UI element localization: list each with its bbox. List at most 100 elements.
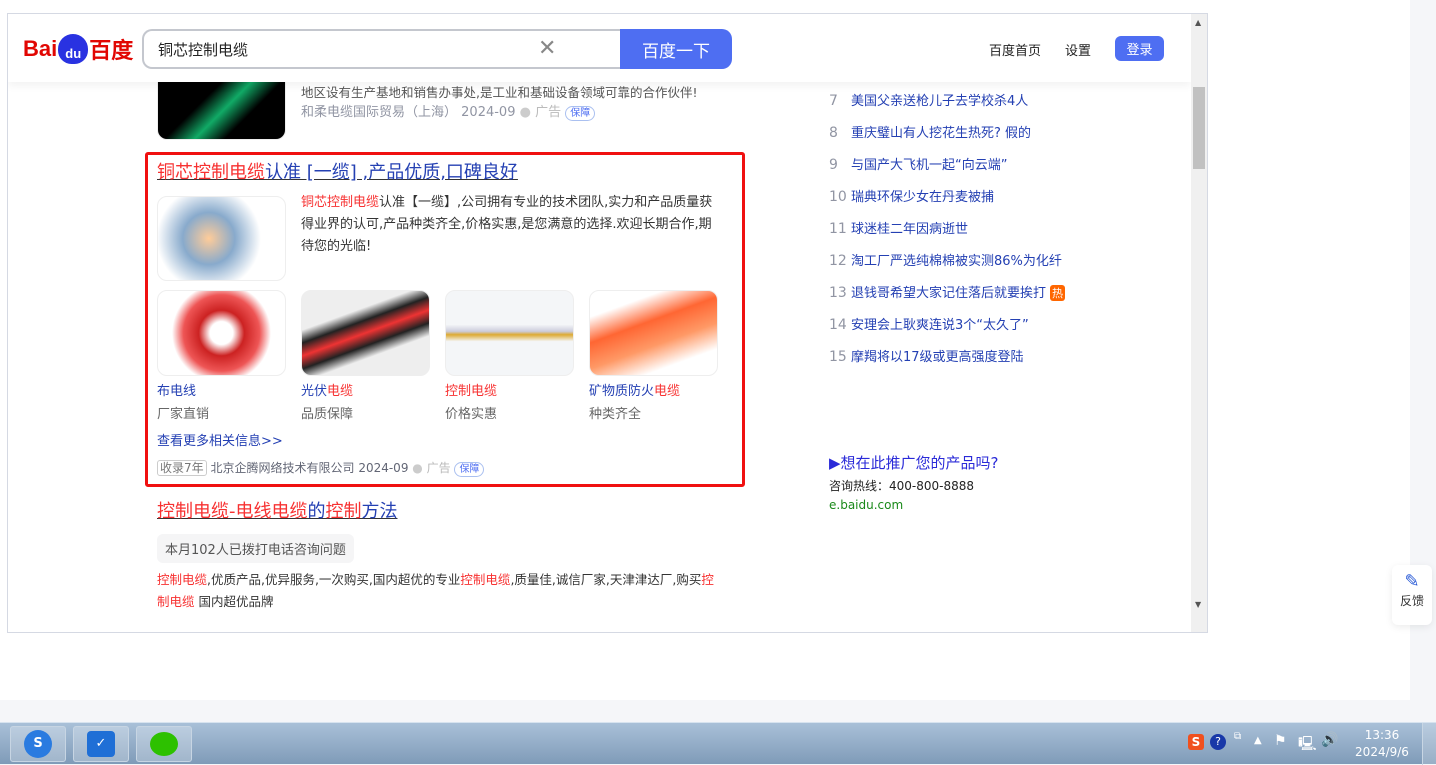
product-link-2[interactable]: 光伏电缆 [301,381,353,403]
show-hidden-icons[interactable]: ▲ [1254,735,1262,746]
product-sub-1: 厂家直销 [157,407,210,422]
rank: 14 [829,317,847,333]
rank: 10 [829,189,847,205]
hot-title[interactable]: 瑞典环保少女在丹麦被捕 [851,190,994,205]
wechat-icon[interactable] [136,726,192,762]
hot-list-item[interactable]: 7 美国父亲送枪儿子去学校杀4人 [829,90,1028,109]
prev-source-line: 和柔电缆国际贸易（上海） 2024-09 ● 广告 保障 [301,102,596,124]
help-icon[interactable]: ? [1210,734,1226,750]
hot-title[interactable]: 摩羯将以17级或更高强度登陆 [851,350,1024,365]
clear-icon[interactable]: ✕ [538,36,556,61]
product-image-1[interactable] [157,290,286,376]
search-header: Bai du 百度 铜芯控制电缆 ✕ 百度一下 百度首页 设置 登录 [8,14,1191,82]
volume-icon[interactable]: 🔊 [1321,732,1338,748]
product-sub-2: 品质保障 [301,407,354,422]
settings-link[interactable]: 设置 [1065,40,1091,59]
home-link[interactable]: 百度首页 [989,40,1041,59]
hot-list-item[interactable]: 11 球迷桂二年因病逝世 [829,218,968,237]
desc-text: ,优质产品,优异服务,一次购买,国内超优的专业 [207,572,461,587]
ad-label: 广告 [535,105,562,120]
feedback-button[interactable]: ✎ 反馈 [1392,565,1432,625]
clock[interactable]: 13:36 2024/9/6 [1350,727,1414,761]
rank: 11 [829,221,847,237]
scrollbar[interactable]: ▲ ▼ [1191,14,1207,632]
product-link-4[interactable]: 矿物质防火电缆 [589,381,680,403]
hot-list-item[interactable]: 13 退钱哥希望大家记住落后就要挨打热 [829,282,1066,301]
hot-list-item[interactable]: 15 摩羯将以17级或更高强度登陆 [829,346,1024,365]
ad-description: 铜芯控制电缆认准【一缆】,公司拥有专业的技术团队,实力和产品质量获得业界的认可,… [301,192,721,258]
date: 2024/9/6 [1355,745,1409,759]
product-link-3[interactable]: 控制电缆 [445,381,497,403]
source: 和柔电缆国际贸易（上海） [301,105,458,120]
t2: 的 [307,501,326,522]
hot-title[interactable]: 美国父亲送枪儿子去学校杀4人 [851,94,1028,109]
baidu-logo[interactable]: Bai du 百度 [23,32,133,66]
show-desktop-button[interactable] [1422,723,1436,765]
product-image-3[interactable] [445,290,574,376]
desc-highlight: 控制电缆 [460,572,511,587]
more-info-link[interactable]: 查看更多相关信息>> [157,431,283,453]
hot-title[interactable]: 安理会上耿爽连说3个“太久了” [851,318,1029,333]
hot-list-item[interactable]: 12 淘工厂严选纯棉棉被实测86%为化纤 [829,250,1062,269]
promo-url[interactable]: e.baidu.com [829,494,903,516]
title-rest: 认准 [一缆] ,产品优质,口碑良好 [265,162,518,183]
main-product-image[interactable] [157,196,286,281]
action-center-flag-icon[interactable]: ⚑ [1274,733,1287,749]
hot-list-item[interactable]: 10 瑞典环保少女在丹麦被捕 [829,186,994,205]
date: 2024-09 [461,105,516,120]
product-sub-3: 价格实惠 [445,407,498,422]
scroll-up-icon[interactable]: ▲ [1195,18,1201,27]
name-red: 控制电缆 [445,384,498,399]
promo-link[interactable]: ▶想在此推广您的产品吗? [829,452,999,474]
rank: 8 [829,125,838,141]
scroll-down-icon[interactable]: ▼ [1195,600,1201,609]
time: 13:36 [1364,728,1400,742]
sogou-browser-icon[interactable]: S [10,726,66,762]
desc-highlight: 控制电缆 [157,572,208,587]
baidu-results-frame: Bai du 百度 铜芯控制电缆 ✕ 百度一下 百度首页 设置 登录 地区设有生产基… [7,13,1208,633]
search-button[interactable]: 百度一下 [620,29,732,69]
security-app-icon[interactable]: ✓ [73,726,129,762]
desc-text: ,质量佳,诚信厂家,天津津达厂,购买 [510,572,702,587]
desc-text: 国内超优品牌 [194,594,274,609]
hot-list-item[interactable]: 8 重庆璧山有人挖花生热死? 假的 [829,122,1031,141]
dropdown-icon[interactable]: ● [412,461,422,475]
feedback-label: 反馈 [1399,594,1424,608]
ad-label: 广告 [426,461,451,475]
t3: 控制 [325,501,362,522]
hot-title[interactable]: 退钱哥希望大家记住落后就要挨打 [851,286,1046,301]
product-image-2[interactable] [301,290,430,376]
result-title-link[interactable]: 控制电缆-电线电缆的控制方法 [157,499,398,525]
source[interactable]: 北京企腾网络技术有限公司 [210,461,354,475]
result-description: 控制电缆,优质产品,优异服务,一次购买,国内超优的专业控制电缆,质量佳,诚信厂家… [157,569,717,613]
browser-page: Bai du 百度 铜芯控制电缆 ✕ 百度一下 百度首页 设置 登录 地区设有生产基… [0,0,1410,700]
guarantee-badge[interactable]: 保障 [565,106,596,121]
hot-title[interactable]: 与国产大飞机一起“向云端” [851,158,1007,173]
hot-title[interactable]: 球迷桂二年因病逝世 [851,222,968,237]
name: 布电线 [157,384,197,399]
dropdown-icon[interactable]: ● [520,105,531,120]
rank: 9 [829,157,838,173]
scroll-thumb[interactable] [1193,87,1205,169]
t1: 控制电缆-电线电缆 [157,501,308,522]
name-red: 电缆 [654,384,681,399]
hot-title[interactable]: 淘工厂严选纯棉棉被实测86%为化纤 [851,254,1062,269]
date: 2024-09 [358,461,409,475]
rank: 15 [829,349,847,365]
window-restore-icon[interactable]: ⧉ [1234,731,1241,742]
ad-title-link[interactable]: 铜芯控制电缆认准 [一缆] ,产品优质,口碑良好 [157,160,518,186]
network-icon[interactable]: 🖳 [1298,733,1317,757]
hot-list-item[interactable]: 14 安理会上耿爽连说3个“太久了” [829,314,1029,333]
desc-highlight: 铜芯控制电缆 [301,195,380,210]
rank: 7 [829,93,838,109]
login-button[interactable]: 登录 [1115,36,1164,61]
hot-title[interactable]: 重庆璧山有人挖花生热死? 假的 [851,126,1031,141]
product-link-1[interactable]: 布电线 [157,381,196,403]
product-sub-4: 种类齐全 [589,407,642,422]
hot-list-item[interactable]: 9 与国产大飞机一起“向云端” [829,154,1007,173]
product-image-4[interactable] [589,290,718,376]
guarantee-badge[interactable]: 保障 [454,462,485,477]
sogou-ime-icon[interactable]: S [1188,734,1204,750]
ad-source-line: 收录7年 北京企腾网络技术有限公司 2024-09 ● 广告 保障 [157,457,485,479]
pen-icon: ✎ [1404,571,1420,592]
